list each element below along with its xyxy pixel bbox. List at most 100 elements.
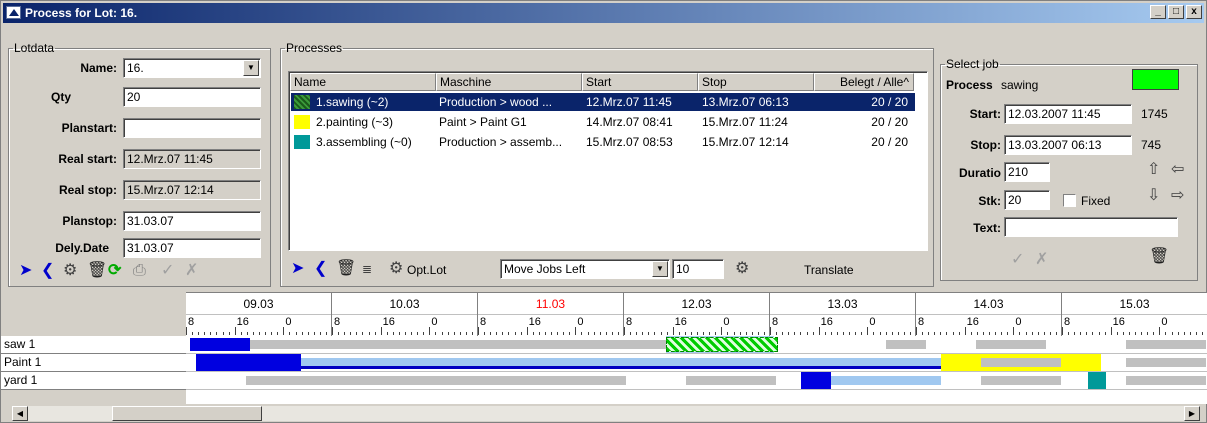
qty-input[interactable]: 20 (123, 87, 261, 107)
gear-icon[interactable]: ⚙ (735, 260, 749, 278)
process-list[interactable]: Name Maschine Start Stop Belegt / Alle^ … (288, 71, 928, 251)
gantt-tick-label: 16 (674, 316, 687, 328)
gantt-tick (642, 332, 644, 335)
optlot-button[interactable]: Opt.Lot (407, 263, 446, 277)
stop-input[interactable]: 13.03.2007 06:13 (1004, 135, 1132, 155)
job-bar[interactable] (801, 372, 831, 389)
gantt-row-saw[interactable] (186, 336, 1207, 354)
cancel-icon[interactable]: ✗ (1035, 251, 1048, 269)
gear-icon[interactable]: ⚙ (389, 260, 403, 278)
gantt-empty-area (186, 390, 1207, 404)
gantt-tick (1171, 332, 1173, 335)
gantt-row-yard[interactable] (186, 372, 1207, 390)
gear-icon[interactable]: ⚙ (63, 262, 77, 280)
planstop-input[interactable]: 31.03.07 (123, 211, 261, 231)
col-header-start[interactable]: Start (582, 73, 698, 91)
table-row[interactable]: 3.assembling (~0) Production > assemb...… (291, 133, 915, 151)
scroll-right-icon[interactable]: ▶ (1184, 406, 1200, 421)
col-header-maschine[interactable]: Maschine (436, 73, 582, 91)
gantt-tick (1080, 332, 1082, 335)
start-input[interactable]: 12.03.2007 11:45 (1004, 104, 1132, 124)
planstart-input[interactable] (123, 118, 261, 138)
row-stop: 15.Mrz.07 11:24 (702, 115, 788, 129)
trash-icon[interactable]: 🗑 (87, 262, 107, 280)
arrow-right-icon[interactable]: ⇨ (1171, 187, 1184, 205)
col-header-stop[interactable]: Stop (698, 73, 814, 91)
stk-input[interactable]: 20 (1004, 190, 1050, 210)
gantt-tick (508, 332, 510, 335)
gantt-tick (916, 327, 917, 335)
assembling-job-bar[interactable] (1088, 372, 1106, 389)
idle-bar (686, 376, 776, 385)
refresh-icon[interactable]: ⟳ (108, 262, 121, 280)
gantt-tick-label: 0 (285, 316, 292, 328)
horizontal-scrollbar[interactable]: ◀ ▶ (11, 405, 1201, 422)
arrow-left-icon[interactable]: ⇦ (1171, 161, 1184, 179)
gantt-tick (684, 332, 686, 335)
arrow-down-icon[interactable]: ⇩ (1147, 187, 1160, 205)
arrow-right-icon[interactable]: ➤ (19, 262, 32, 280)
close-button[interactable]: x (1186, 5, 1202, 19)
trash-icon[interactable]: 🗑 (336, 260, 356, 278)
gantt-tick (520, 332, 522, 335)
gantt-day-label: 13.03 (770, 293, 916, 315)
scroll-thumb[interactable] (112, 406, 262, 421)
chevron-down-icon[interactable]: ▼ (652, 261, 668, 277)
arrow-left-icon[interactable]: ❮ (41, 262, 54, 280)
print-icon[interactable]: ⎙ (133, 262, 146, 280)
gantt-tick (1104, 332, 1106, 335)
gantt-tick (909, 332, 911, 335)
gantt-tick (715, 332, 717, 335)
minimize-button[interactable]: _ (1150, 5, 1166, 19)
table-row[interactable]: 1.sawing (~2) Production > wood ... 12.M… (291, 93, 915, 111)
col-header-belegt[interactable]: Belegt / Alle^ (814, 73, 914, 91)
text-input[interactable] (1004, 217, 1178, 237)
gantt-tick (319, 332, 321, 335)
gantt-tick (356, 332, 358, 335)
gantt-tick (1195, 332, 1197, 335)
arrow-right-icon[interactable]: ➤ (291, 260, 304, 278)
gantt-tick (234, 327, 236, 335)
check-icon[interactable]: ✓ (1011, 251, 1024, 269)
number-input[interactable]: 10 (672, 259, 724, 279)
chevron-down-icon[interactable]: ▼ (243, 60, 259, 76)
gantt-tick (1116, 332, 1118, 335)
gantt-tick (617, 332, 619, 335)
process-color-swatch[interactable] (1132, 69, 1179, 90)
idle-bar (976, 340, 1046, 349)
stop-label: Stop: (970, 138, 1001, 152)
realstart-field: 12.Mrz.07 11:45 (123, 149, 261, 169)
gantt-tick (812, 332, 814, 335)
move-jobs-combo[interactable]: Move Jobs Left ▼ (500, 259, 670, 279)
gantt-day-label: 15.03 (1062, 293, 1207, 315)
arrow-up-icon[interactable]: ⇧ (1147, 161, 1160, 179)
gantt-tick (301, 332, 303, 335)
arrow-left-icon[interactable]: ❮ (314, 260, 327, 278)
gantt-tick (855, 332, 857, 335)
realstart-label: Real start: (58, 152, 117, 166)
list-icon[interactable]: ≣ (362, 260, 372, 278)
duration-input[interactable]: 210 (1004, 162, 1050, 182)
gantt-row-paint[interactable] (186, 354, 1207, 372)
gantt-tick-label: 16 (966, 316, 979, 328)
window-title: Process for Lot: 16. (25, 6, 138, 20)
resource-label: Paint 1 (1, 354, 186, 372)
trash-icon[interactable]: 🗑 (1149, 248, 1169, 266)
row-start: 12.Mrz.07 11:45 (586, 95, 672, 109)
check-icon[interactable]: ✓ (161, 262, 174, 280)
sawing-job-bar[interactable] (666, 337, 778, 352)
name-combo[interactable]: 16. ▼ (123, 58, 261, 78)
col-header-name[interactable]: Name (290, 73, 436, 91)
dely-input[interactable]: 31.03.07 (123, 238, 261, 258)
fixed-checkbox[interactable] (1063, 194, 1076, 207)
maximize-button[interactable]: □ (1168, 5, 1184, 19)
gantt-tick (398, 332, 400, 335)
gantt-tick (1141, 332, 1143, 335)
gantt-tick-label: 0 (723, 316, 730, 328)
translate-button[interactable]: Translate (804, 263, 854, 277)
scroll-left-icon[interactable]: ◀ (12, 406, 28, 421)
job-bar[interactable] (196, 354, 301, 371)
table-row[interactable]: 2.painting (~3) Paint > Paint G1 14.Mrz.… (291, 113, 915, 131)
cancel-icon[interactable]: ✗ (185, 262, 198, 280)
job-bar[interactable] (190, 338, 250, 351)
